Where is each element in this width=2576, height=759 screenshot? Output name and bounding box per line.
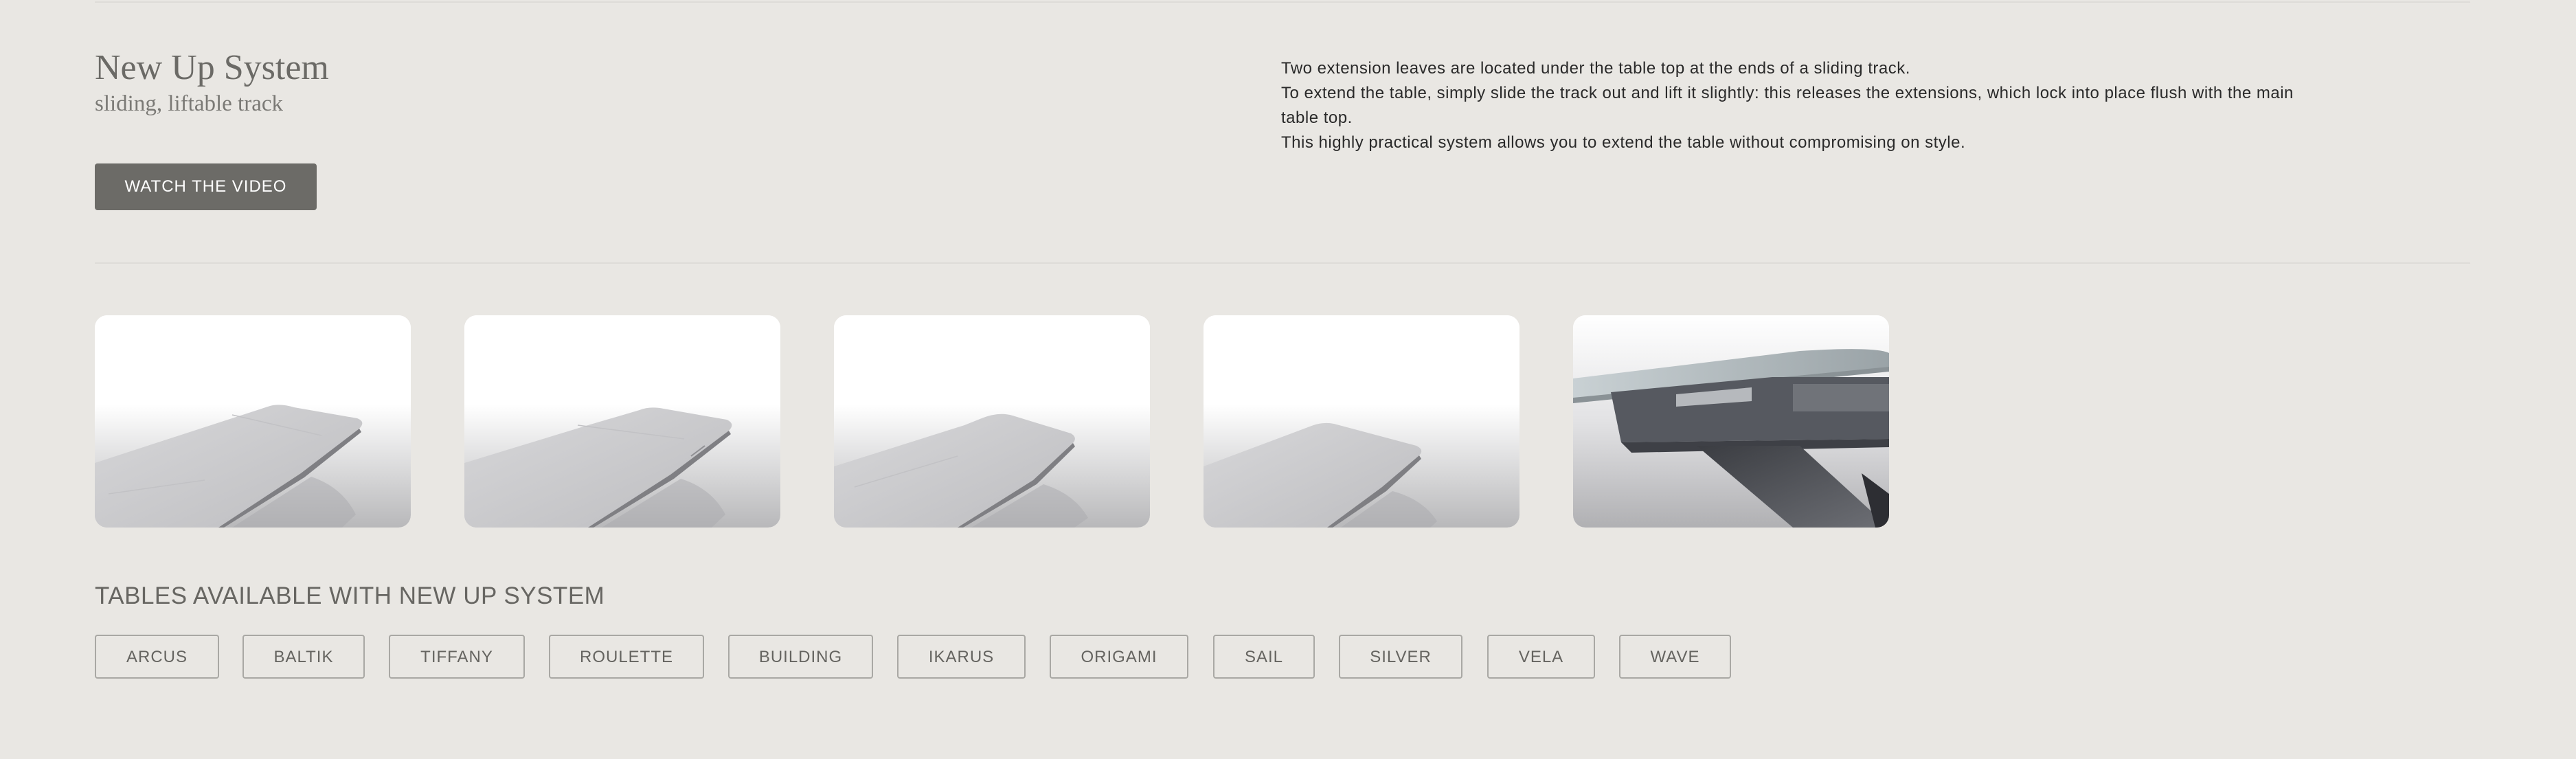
table-tag-sail[interactable]: SAIL bbox=[1213, 635, 1315, 679]
table-tag-ikarus[interactable]: IKARUS bbox=[897, 635, 1026, 679]
table-extension-step-1-image bbox=[95, 315, 411, 528]
section-divider bbox=[95, 262, 2470, 264]
intro-left: New Up System sliding, liftable track WA… bbox=[95, 47, 713, 210]
table-extension-step-4-image bbox=[1204, 315, 1519, 528]
table-tag-building[interactable]: BUILDING bbox=[728, 635, 873, 679]
section-title: New Up System bbox=[95, 48, 329, 87]
sliding-track-mechanism-image bbox=[1573, 315, 1889, 528]
gallery-thumb-5[interactable] bbox=[1573, 315, 1889, 528]
watch-video-button[interactable]: WATCH THE VIDEO bbox=[95, 163, 317, 210]
gallery-thumb-3[interactable] bbox=[834, 315, 1150, 528]
table-tag-wave[interactable]: WAVE bbox=[1619, 635, 1731, 679]
description-line-1: Two extension leaves are located under t… bbox=[1281, 59, 1910, 78]
table-extension-step-3-image bbox=[834, 315, 1150, 528]
table-tag-tiffany[interactable]: TIFFANY bbox=[389, 635, 525, 679]
table-tag-baltik[interactable]: BALTIK bbox=[242, 635, 365, 679]
table-tag-roulette[interactable]: ROULETTE bbox=[549, 635, 704, 679]
tables-heading: TABLES AVAILABLE WITH NEW UP SYSTEM bbox=[95, 582, 605, 609]
description-line-3: This highly practical system allows you … bbox=[1281, 133, 1966, 152]
description: Two extension leaves are located under t… bbox=[1281, 56, 2298, 155]
table-extension-step-2-image bbox=[464, 315, 780, 528]
section-subtitle: sliding, liftable track bbox=[95, 91, 284, 117]
gallery-thumb-1[interactable] bbox=[95, 315, 411, 528]
table-tag-silver[interactable]: SILVER bbox=[1339, 635, 1462, 679]
gallery-thumb-4[interactable] bbox=[1204, 315, 1519, 528]
gallery-thumb-2[interactable] bbox=[464, 315, 780, 528]
table-tag-arcus[interactable]: ARCUS bbox=[95, 635, 219, 679]
description-line-2: To extend the table, simply slide the tr… bbox=[1281, 84, 2294, 127]
top-divider bbox=[95, 1, 2470, 3]
table-tag-vela[interactable]: VELA bbox=[1487, 635, 1595, 679]
table-tag-origami[interactable]: ORIGAMI bbox=[1050, 635, 1188, 679]
